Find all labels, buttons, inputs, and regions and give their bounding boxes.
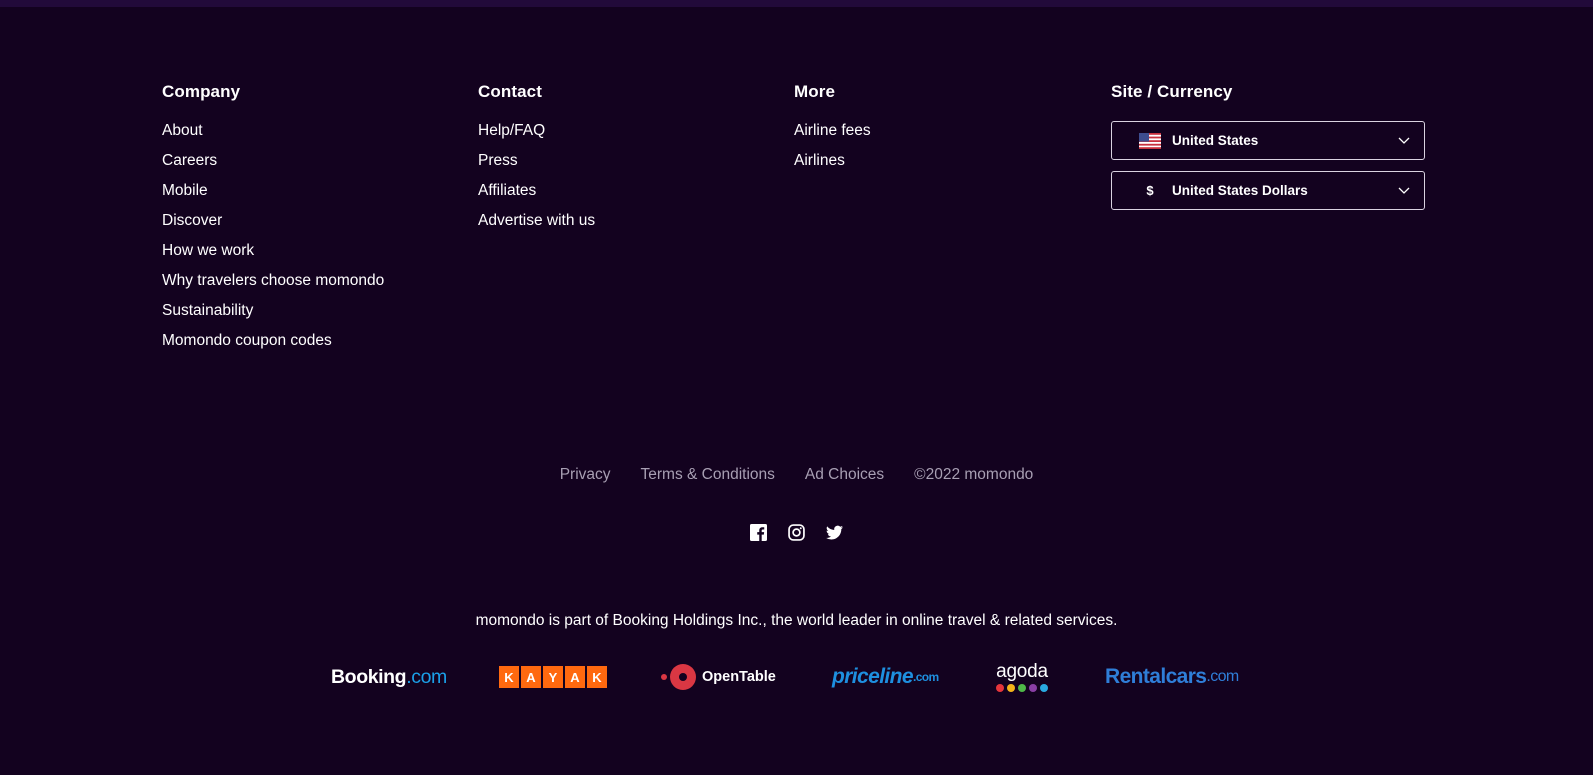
airlines-link[interactable]: Airlines [794,152,845,169]
company-link-item: How we work [162,241,384,271]
priceline-logo[interactable]: priceline .com [832,660,939,694]
opentable-logo-text: OpenTable [702,669,776,685]
company-link-item: Sustainability [162,301,384,331]
company-heading: Company [162,82,241,101]
company-link-item: About [162,121,384,151]
agoda-logo-text: agoda [996,660,1048,682]
more-column: More Airline fees Airlines [794,82,871,181]
currency-label: United States Dollars [1172,183,1308,198]
coupon-codes-link[interactable]: Momondo coupon codes [162,332,332,349]
agoda-dot [1007,683,1015,692]
contact-links: Help/FAQ Press Affiliates Advertise with… [478,121,595,241]
chevron-down-icon [1398,187,1410,194]
booking-logo-text: Booking [331,665,407,688]
agoda-dots [996,683,1048,692]
us-flag-graphic [1139,132,1161,149]
more-link-item: Airlines [794,151,871,181]
company-link-item: Discover [162,211,384,241]
discover-link[interactable]: Discover [162,212,222,229]
site-currency-column: Site / Currency United States $ United S… [1111,82,1425,221]
contact-column: Contact Help/FAQ Press Affiliates Advert… [478,82,595,241]
currency-symbol: $ [1146,183,1154,198]
ad-choices-link[interactable]: Ad Choices [805,465,884,485]
agoda-dot [1029,683,1037,692]
copyright-text: ©2022 momondo [914,466,1034,483]
agoda-dot [996,683,1004,692]
booking-logo[interactable]: Booking .com [331,660,447,694]
contact-link-item: Help/FAQ [478,121,595,151]
us-flag-icon [1138,132,1162,149]
company-link-item: Mobile [162,181,384,211]
rentalcars-logo-suffix: .com [1206,668,1239,685]
how-we-work-link[interactable]: How we work [162,242,254,259]
kayak-letters: K A Y A K [499,666,607,688]
affiliates-link[interactable]: Affiliates [478,182,536,199]
company-link-item: Careers [162,151,384,181]
kayak-letter: K [587,666,607,688]
agoda-dot [1040,683,1048,692]
careers-link[interactable]: Careers [162,152,217,169]
terms-link[interactable]: Terms & Conditions [641,465,775,485]
more-heading: More [794,82,836,101]
kayak-letter: Y [543,666,563,688]
rentalcars-logo-text: Rentalcars [1105,665,1207,688]
more-links: Airline fees Airlines [794,121,871,181]
rentalcars-logo[interactable]: Rentalcars .com [1105,660,1239,694]
parent-company-text: momondo is part of Booking Holdings Inc.… [475,612,1118,629]
kayak-letter: A [521,666,541,688]
opentable-logo[interactable]: OpenTable [660,660,776,694]
help-faq-link[interactable]: Help/FAQ [478,122,545,139]
priceline-logo-suffix: .com [912,670,939,684]
company-links: About Careers Mobile Discover How we wor… [162,121,384,361]
contact-link-item: Press [478,151,595,181]
instagram-icon[interactable] [788,524,805,541]
kayak-logo[interactable]: K A Y A K [499,660,607,694]
kayak-letter: K [499,666,519,688]
about-link[interactable]: About [162,122,203,139]
booking-logo-suffix: .com [406,665,447,688]
brand-logos: Booking .com K A Y A K OpenTable pricelin… [0,660,1593,694]
site-currency-heading: Site / Currency [1111,82,1233,101]
facebook-icon[interactable] [750,524,767,541]
opentable-mark-icon [661,664,696,690]
company-link-item: Momondo coupon codes [162,331,384,361]
more-link-item: Airline fees [794,121,871,151]
company-column: Company About Careers Mobile Discover Ho… [162,82,384,361]
press-link[interactable]: Press [478,152,518,169]
why-travelers-link[interactable]: Why travelers choose momondo [162,272,384,289]
chevron-down-icon [1398,137,1410,144]
mobile-link[interactable]: Mobile [162,182,208,199]
priceline-logo-text: priceline [832,665,914,688]
country-label: United States [1172,133,1259,148]
top-border [0,0,1593,7]
kayak-letter: A [565,666,585,688]
sustainability-link[interactable]: Sustainability [162,302,253,319]
legal-links: Privacy Terms & Conditions Ad Choices ©2… [0,465,1593,485]
contact-heading: Contact [478,82,542,101]
company-link-item: Why travelers choose momondo [162,271,384,301]
privacy-link[interactable]: Privacy [560,465,611,485]
agoda-dot [1018,683,1026,692]
twitter-icon[interactable] [826,524,843,541]
agoda-logo[interactable]: agoda [996,660,1048,694]
contact-link-item: Advertise with us [478,211,595,241]
contact-link-item: Affiliates [478,181,595,211]
advertise-link[interactable]: Advertise with us [478,212,595,229]
currency-select[interactable]: $ United States Dollars [1111,171,1425,210]
country-select[interactable]: United States [1111,121,1425,160]
social-links [0,524,1593,541]
airline-fees-link[interactable]: Airline fees [794,122,871,139]
